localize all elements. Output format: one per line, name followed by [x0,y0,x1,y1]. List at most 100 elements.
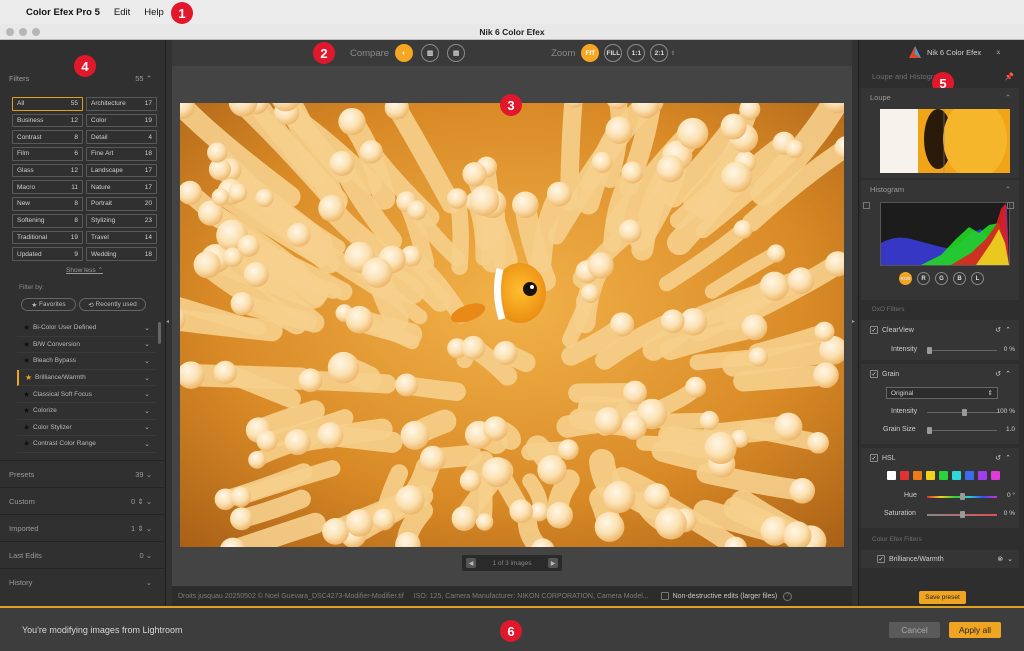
grain-intensity-slider[interactable] [927,409,997,416]
favorite-star-icon[interactable]: ★ [23,406,33,415]
zoom-1-1-button[interactable]: 1:1 [627,44,646,62]
grain-checkbox[interactable]: ✓ [870,370,878,378]
section-custom[interactable]: Custom 0 ⇕ ⌄ [0,487,166,514]
chevron-down-icon[interactable]: ⌄ [1007,555,1013,563]
category-chip[interactable]: Glass 12 [12,163,83,178]
loupe-preview[interactable] [880,109,1010,173]
chevron-up-icon[interactable]: ⌃ [1005,185,1011,194]
reset-icon[interactable]: ↺ [995,370,1001,378]
category-chip[interactable]: Landscape 17 [86,163,157,178]
chevron-down-icon[interactable]: ⌄ [144,407,150,415]
slider-knob[interactable] [927,427,932,434]
category-chip[interactable]: Portrait 20 [86,197,157,211]
sort-icon[interactable]: ⇕ [137,524,143,533]
compare-stacked-icon[interactable]: ▤ [447,44,466,62]
category-chip[interactable]: Travel 14 [86,230,157,245]
apply-all-button[interactable]: Apply all [949,622,1001,638]
category-chip[interactable]: Detail 4 [86,130,157,145]
chevron-down-icon[interactable]: ⌄ [144,340,150,348]
category-chip[interactable]: Contrast 8 [12,130,83,145]
pin-icon[interactable]: 📌 [1005,72,1014,81]
shadow-clipping-toggle[interactable] [863,202,870,209]
compare-side-by-side-icon[interactable]: ▥ [421,44,440,62]
favorite-star-icon[interactable]: ★ [23,390,33,399]
clearview-intensity-slider[interactable] [927,347,997,354]
section-history[interactable]: History ⌄ [0,568,166,595]
app-menu[interactable]: Color Efex Pro 5 [26,7,100,18]
filter-list-scrollbar[interactable] [158,322,161,344]
cancel-button[interactable]: Cancel [889,622,940,638]
filters-header[interactable]: Filters 55 ⌃ [9,74,152,83]
section-last-edits[interactable]: Last Edits 0 ⌄ [0,541,166,568]
saturation-slider[interactable] [927,511,997,518]
favorite-star-icon[interactable]: ★ [25,373,35,382]
category-chip[interactable]: Architecture 17 [86,97,157,111]
hsl-color-swatch[interactable] [913,471,922,480]
filter-list-item[interactable]: ★ Classical Soft Focus ⌄ [17,386,156,403]
filter-list-item[interactable]: ★ B/W Conversion ⌄ [17,337,156,354]
category-chip[interactable]: Business 12 [12,113,83,128]
category-chip[interactable]: New 8 [12,197,83,211]
save-preset-button[interactable]: Save preset [919,591,966,604]
category-chip[interactable]: Softening 8 [12,213,83,228]
chevron-down-icon[interactable]: ⌄ [144,324,150,332]
preview-image[interactable] [180,103,844,547]
category-chip[interactable]: Color 19 [86,113,157,128]
favorite-star-icon[interactable]: ★ [23,439,33,448]
next-image-icon[interactable]: ▶ [548,558,558,568]
slider-knob[interactable] [960,511,965,518]
help-icon[interactable]: ? [783,591,793,601]
hsl-color-swatch[interactable] [887,471,896,480]
favorite-star-icon[interactable]: ★ [23,323,33,332]
zoom-window-icon[interactable] [32,28,40,36]
channel-b-button[interactable]: B [953,272,966,285]
zoom-stepper-icon[interactable]: ⇕ [670,50,675,57]
zoom-fit-button[interactable]: FIT [581,44,600,62]
favorite-star-icon[interactable]: ★ [23,340,33,349]
hsl-checkbox[interactable]: ✓ [870,454,878,462]
channel-l-button[interactable]: L [971,272,984,285]
compare-split-icon[interactable]: ◐ [395,44,414,62]
chevron-down-icon[interactable]: ⌄ [144,390,150,398]
favorites-filter-button[interactable]: ★ Favorites [21,298,76,311]
zoom-fill-button[interactable]: FILL [604,44,623,62]
filter-list-item[interactable]: ★ Brilliance/Warmth ⌄ [17,369,156,387]
category-chip[interactable]: Updated 9 [12,247,83,261]
filter-list-item[interactable]: ★ Bi-Color User Defined ⌄ [17,320,156,337]
category-chip[interactable]: Wedding 18 [86,247,157,261]
chevron-down-icon[interactable]: ⌄ [144,440,150,448]
favorite-star-icon[interactable]: ★ [23,356,33,365]
collapse-icon[interactable]: ⌅ [995,47,1002,56]
zoom-2-1-button[interactable]: 2:1 [650,44,669,62]
recently-used-filter-button[interactable]: ⟲ Recently used [79,298,146,311]
slider-knob[interactable] [927,347,932,354]
reset-icon[interactable]: ↺ [995,454,1001,462]
chevron-up-icon[interactable]: ⌃ [1005,93,1011,102]
chevron-down-icon[interactable]: ⌄ [144,374,150,382]
category-chip[interactable]: Film 6 [12,147,83,161]
chevron-up-icon[interactable]: ⌃ [1005,370,1011,378]
close-window-icon[interactable] [6,28,14,36]
channel-r-button[interactable]: R [917,272,930,285]
channel-g-button[interactable]: G [935,272,948,285]
hsl-color-swatch[interactable] [965,471,974,480]
filter-list-item[interactable]: ★ Bleach Bypass ⌄ [17,353,156,370]
slider-knob[interactable] [962,409,967,416]
favorite-star-icon[interactable]: ★ [23,423,33,432]
filter-list-item[interactable]: ★ Colorize ⌄ [17,403,156,420]
filter-list-item[interactable]: ★ Color Stylizer ⌄ [17,420,156,437]
chevron-up-icon[interactable]: ⌃ [1005,326,1011,334]
cef-filter-row[interactable]: ✓ Brilliance/Warmth ⊗ ⌄ [861,550,1019,568]
menu-help[interactable]: Help [144,7,164,18]
hue-slider[interactable] [927,493,997,500]
category-chip[interactable]: Stylizing 23 [86,213,157,228]
category-chip[interactable]: All 55 [12,97,83,111]
sort-icon[interactable]: ⇕ [137,497,143,506]
category-chip[interactable]: Fine Art 18 [86,147,157,161]
category-chip[interactable]: Nature 17 [86,180,157,195]
collapse-right-panel-icon[interactable]: ▸ [852,318,858,325]
grain-preset-dropdown[interactable]: Original ⇕ [886,387,998,399]
hsl-color-swatch[interactable] [991,471,1000,480]
category-chip[interactable]: Traditional 19 [12,230,83,245]
menu-edit[interactable]: Edit [114,7,130,18]
